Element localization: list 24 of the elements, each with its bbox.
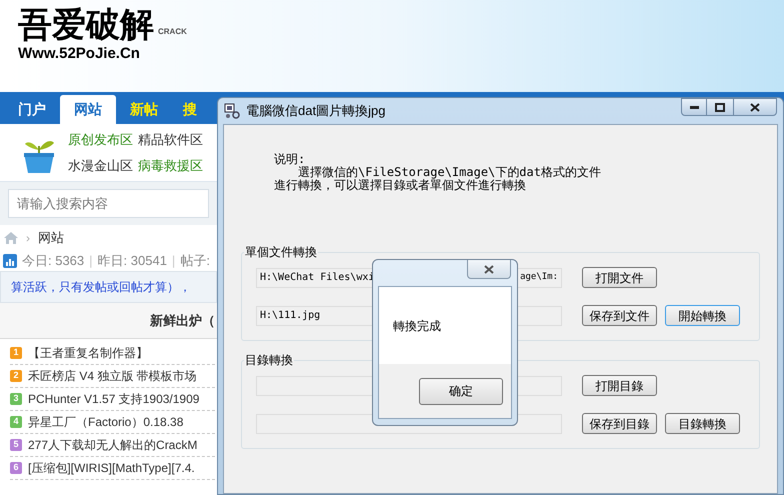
description-line: 選擇微信的\FileStorage\Image\下的dat格式的文件 [297,166,602,179]
stat-text: 今日: 5363 [22,252,84,270]
logo-text: 吾爱破解 [18,8,154,42]
list-title: 新鲜出炉（ [150,312,215,330]
rank-badge: 6 [10,462,22,474]
logo-tag: CRACK [158,26,187,38]
message-text: 轉換完成 [393,318,441,334]
rank-badge: 3 [10,393,22,405]
rank-badge: 1 [10,347,22,359]
rank-badge: 5 [10,439,22,451]
stat-text: 帖子: [180,252,210,270]
group-label: 單個文件轉換 [244,244,318,261]
notice-text: 算活跃，只有发帖或回帖才算）， [11,279,191,296]
rank-badge: 2 [10,370,22,382]
logo-url: Www.52PoJie.Cn [18,46,140,61]
stat-text: 昨日: 30541 [98,252,167,270]
description-line: 進行轉換，可以選擇目錄或者單個文件進行轉換 [274,179,527,192]
stat-separator: | [89,252,93,270]
window-title: 電腦微信dat圖片轉換jpg [246,102,386,120]
group-label: 目錄轉換 [244,352,294,369]
stat-separator: | [172,252,176,270]
description-line: 说明: [274,153,306,166]
breadcrumb-separator: › [26,230,30,247]
rank-badge: 4 [10,416,22,428]
